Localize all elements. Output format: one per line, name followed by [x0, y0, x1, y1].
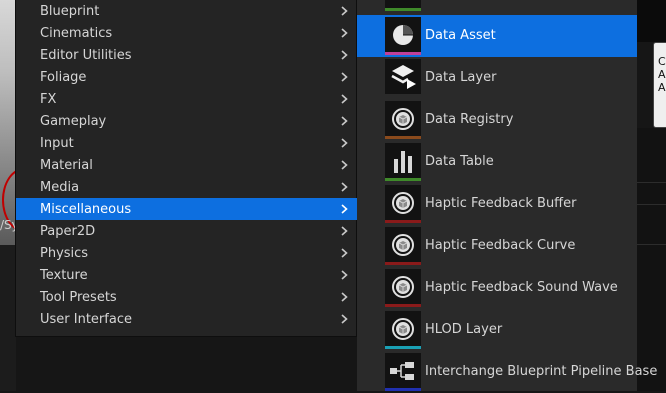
layers-icon: [391, 65, 416, 89]
menu-item-cinematics[interactable]: Cinematics: [16, 22, 357, 44]
object-icon: [392, 318, 414, 340]
menu-item-label: FX: [40, 91, 57, 107]
chevron-right-icon: [341, 94, 348, 104]
object-icon: [392, 234, 414, 256]
asset-type-color-strip: [385, 262, 421, 265]
asset-type-color-strip: [385, 220, 421, 223]
viewport-background-left: [0, 0, 16, 245]
asset-item-hlod-layer[interactable]: HLOD Layer: [357, 309, 637, 351]
chevron-right-icon: [341, 248, 348, 258]
chevron-right-icon: [341, 204, 348, 214]
asset-item-haptic-feedback-buffer[interactable]: Haptic Feedback Buffer: [357, 183, 637, 225]
asset-item-label: Data Layer: [425, 70, 497, 85]
menu-item-label: Editor Utilities: [40, 47, 132, 63]
chevron-right-icon: [341, 314, 348, 324]
asset-type-color-strip: [385, 52, 421, 55]
chevron-right-icon: [341, 72, 348, 82]
asset-item-data-registry[interactable]: Data Registry: [357, 99, 637, 141]
asset-type-color-strip: [385, 94, 421, 97]
menu-item-label: Foliage: [40, 69, 87, 85]
pie-chart-icon: [393, 25, 413, 45]
miscellaneous-submenu: Data Asset Data Layer Data Registry Data Ta…: [357, 0, 657, 393]
asset-item-label: HLOD Layer: [425, 322, 503, 337]
menu-item-label: Miscellaneous: [40, 201, 132, 217]
asset-thumbnail: [385, 353, 421, 391]
asset-item-label: Haptic Feedback Curve: [425, 238, 576, 253]
menu-item-label: Material: [40, 157, 93, 173]
menu-item-label: Cinematics: [40, 25, 113, 41]
object-icon: [392, 108, 414, 130]
menu-item-foliage[interactable]: Foliage: [16, 66, 357, 88]
asset-thumbnail: [385, 17, 421, 55]
menu-item-label: Paper2D: [40, 223, 96, 239]
asset-type-color-strip: [385, 304, 421, 307]
table-bars-icon: [394, 151, 412, 173]
asset-item-label: Interchange Blueprint Pipeline Base: [425, 364, 658, 379]
menu-item-label: User Interface: [40, 311, 132, 327]
menu-item-label: Media: [40, 179, 80, 195]
asset-type-color-strip: [385, 136, 421, 139]
asset-item-data-asset[interactable]: Data Asset: [357, 15, 637, 57]
asset-type-color-strip: [385, 346, 421, 349]
object-icon: [392, 192, 414, 214]
menu-item-paper2d[interactable]: Paper2D: [16, 220, 357, 242]
menu-item-miscellaneous[interactable]: Miscellaneous: [16, 198, 357, 220]
menu-item-gameplay[interactable]: Gameplay: [16, 110, 357, 132]
chevron-right-icon: [341, 292, 348, 302]
menu-item-media[interactable]: Media: [16, 176, 357, 198]
chevron-right-icon: [341, 182, 348, 192]
chevron-right-icon: [341, 116, 348, 126]
viewport-partial-label: /Sy: [0, 218, 16, 232]
menu-item-label: Physics: [40, 245, 89, 261]
asset-thumbnail: [385, 143, 421, 181]
asset-thumbnail: [385, 185, 421, 223]
menu-item-input[interactable]: Input: [16, 132, 357, 154]
menu-item-tool-presets[interactable]: Tool Presets: [16, 286, 357, 308]
asset-thumbnail: [385, 311, 421, 349]
menu-item-label: Gameplay: [40, 113, 107, 129]
viewport-background-bottom: [0, 245, 16, 391]
menu-item-physics[interactable]: Physics: [16, 242, 357, 264]
chevron-right-icon: [341, 160, 348, 170]
asset-thumbnail: [385, 269, 421, 307]
previous-item-thumbnail: [385, 0, 421, 11]
asset-item-label: Haptic Feedback Sound Wave: [425, 280, 618, 295]
menu-item-label: Input: [40, 135, 74, 151]
chevron-right-icon: [341, 28, 348, 38]
menu-item-fx[interactable]: FX: [16, 88, 357, 110]
menu-item-editor-utilities[interactable]: Editor Utilities: [16, 44, 357, 66]
asset-item-label: Data Table: [425, 154, 494, 169]
chevron-right-icon: [341, 6, 348, 16]
asset-item-haptic-feedback-sound-wave[interactable]: Haptic Feedback Sound Wave: [357, 267, 637, 309]
menu-item-material[interactable]: Material: [16, 154, 357, 176]
asset-item-data-table[interactable]: Data Table: [357, 141, 637, 183]
menu-item-blueprint[interactable]: Blueprint: [16, 0, 357, 22]
node-graph-icon: [390, 362, 414, 380]
menu-item-label: Blueprint: [40, 3, 100, 19]
menu-item-texture[interactable]: Texture: [16, 264, 357, 286]
asset-item-label: Haptic Feedback Buffer: [425, 196, 577, 211]
menu-item-label: Tool Presets: [40, 289, 117, 305]
chevron-right-icon: [341, 270, 348, 280]
asset-thumbnail: [385, 227, 421, 265]
asset-item-label: Data Asset: [425, 28, 496, 43]
menu-item-user-interface[interactable]: User Interface: [16, 308, 357, 330]
category-menu: Blueprint Cinematics Editor Utilities Folia…: [15, 0, 357, 337]
asset-thumbnail: [385, 101, 421, 139]
menu-item-label: Texture: [40, 267, 88, 283]
chevron-right-icon: [341, 50, 348, 60]
background-panel-top-right: [637, 0, 666, 42]
asset-item-data-layer[interactable]: Data Layer: [357, 57, 637, 99]
asset-item-interchange-blueprint-pipeline-base[interactable]: Interchange Blueprint Pipeline Base: [357, 351, 657, 393]
asset-item-haptic-feedback-curve[interactable]: Haptic Feedback Curve: [357, 225, 637, 267]
object-icon: [392, 276, 414, 298]
chevron-right-icon: [341, 138, 348, 148]
chevron-right-icon: [341, 226, 348, 236]
asset-type-color-strip: [385, 178, 421, 181]
tooltip-partial: CAA: [653, 42, 666, 128]
asset-item-label: Data Registry: [425, 112, 514, 127]
asset-thumbnail: [385, 59, 421, 97]
